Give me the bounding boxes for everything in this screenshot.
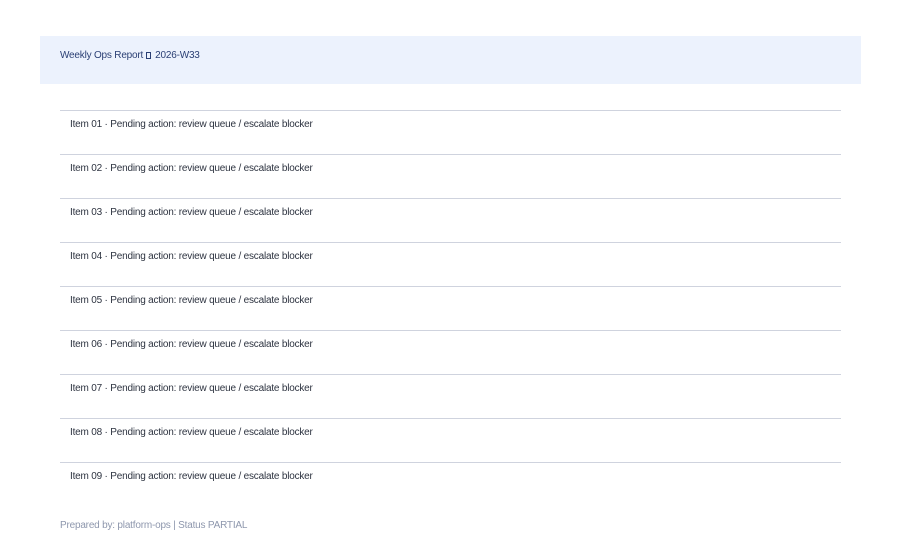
item-description: Pending action: review queue / escalate … (110, 339, 313, 350)
item-separator: · (104, 163, 108, 174)
list-item: Item 04 · Pending action: review queue /… (60, 242, 841, 286)
list-item: Item 03 · Pending action: review queue /… (60, 198, 841, 242)
item-separator: · (104, 207, 108, 218)
item-separator: · (104, 471, 108, 482)
report-page: Weekly Ops Report 2026-W33 Item 01 · Pend… (0, 0, 900, 560)
item-label: Item 06 (70, 339, 102, 350)
list-item: Item 08 · Pending action: review queue /… (60, 418, 841, 462)
item-label: Item 01 (70, 119, 102, 130)
report-header: Weekly Ops Report 2026-W33 (40, 36, 861, 84)
list-item: Item 06 · Pending action: review queue /… (60, 330, 841, 374)
box-glyph-icon (146, 52, 152, 59)
item-label: Item 04 (70, 251, 102, 262)
list-item: Item 02 · Pending action: review queue /… (60, 154, 841, 198)
report-week: 2026-W33 (155, 50, 200, 61)
item-separator: · (104, 383, 108, 394)
report-title: Weekly Ops Report 2026-W33 (60, 50, 200, 61)
item-separator: · (104, 427, 108, 438)
report-footer: Prepared by: platform-ops | Status PARTI… (60, 520, 248, 531)
list-item: Item 09 · Pending action: review queue /… (60, 462, 841, 506)
item-label: Item 03 (70, 207, 102, 218)
item-label: Item 07 (70, 383, 102, 394)
item-list: Item 01 · Pending action: review queue /… (60, 110, 841, 506)
item-description: Pending action: review queue / escalate … (110, 119, 313, 130)
report-title-name: Weekly Ops Report (60, 50, 144, 61)
item-description: Pending action: review queue / escalate … (110, 383, 313, 394)
item-description: Pending action: review queue / escalate … (110, 207, 313, 218)
item-description: Pending action: review queue / escalate … (110, 427, 313, 438)
item-description: Pending action: review queue / escalate … (110, 163, 313, 174)
item-description: Pending action: review queue / escalate … (110, 471, 313, 482)
item-separator: · (104, 251, 108, 262)
item-description: Pending action: review queue / escalate … (110, 251, 313, 262)
item-separator: · (104, 339, 108, 350)
item-separator: · (104, 119, 108, 130)
item-label: Item 05 (70, 295, 102, 306)
list-item: Item 01 · Pending action: review queue /… (60, 110, 841, 154)
item-label: Item 09 (70, 471, 102, 482)
item-label: Item 02 (70, 163, 102, 174)
item-separator: · (104, 295, 108, 306)
list-item: Item 05 · Pending action: review queue /… (60, 286, 841, 330)
item-description: Pending action: review queue / escalate … (110, 295, 313, 306)
item-label: Item 08 (70, 427, 102, 438)
list-item: Item 07 · Pending action: review queue /… (60, 374, 841, 418)
